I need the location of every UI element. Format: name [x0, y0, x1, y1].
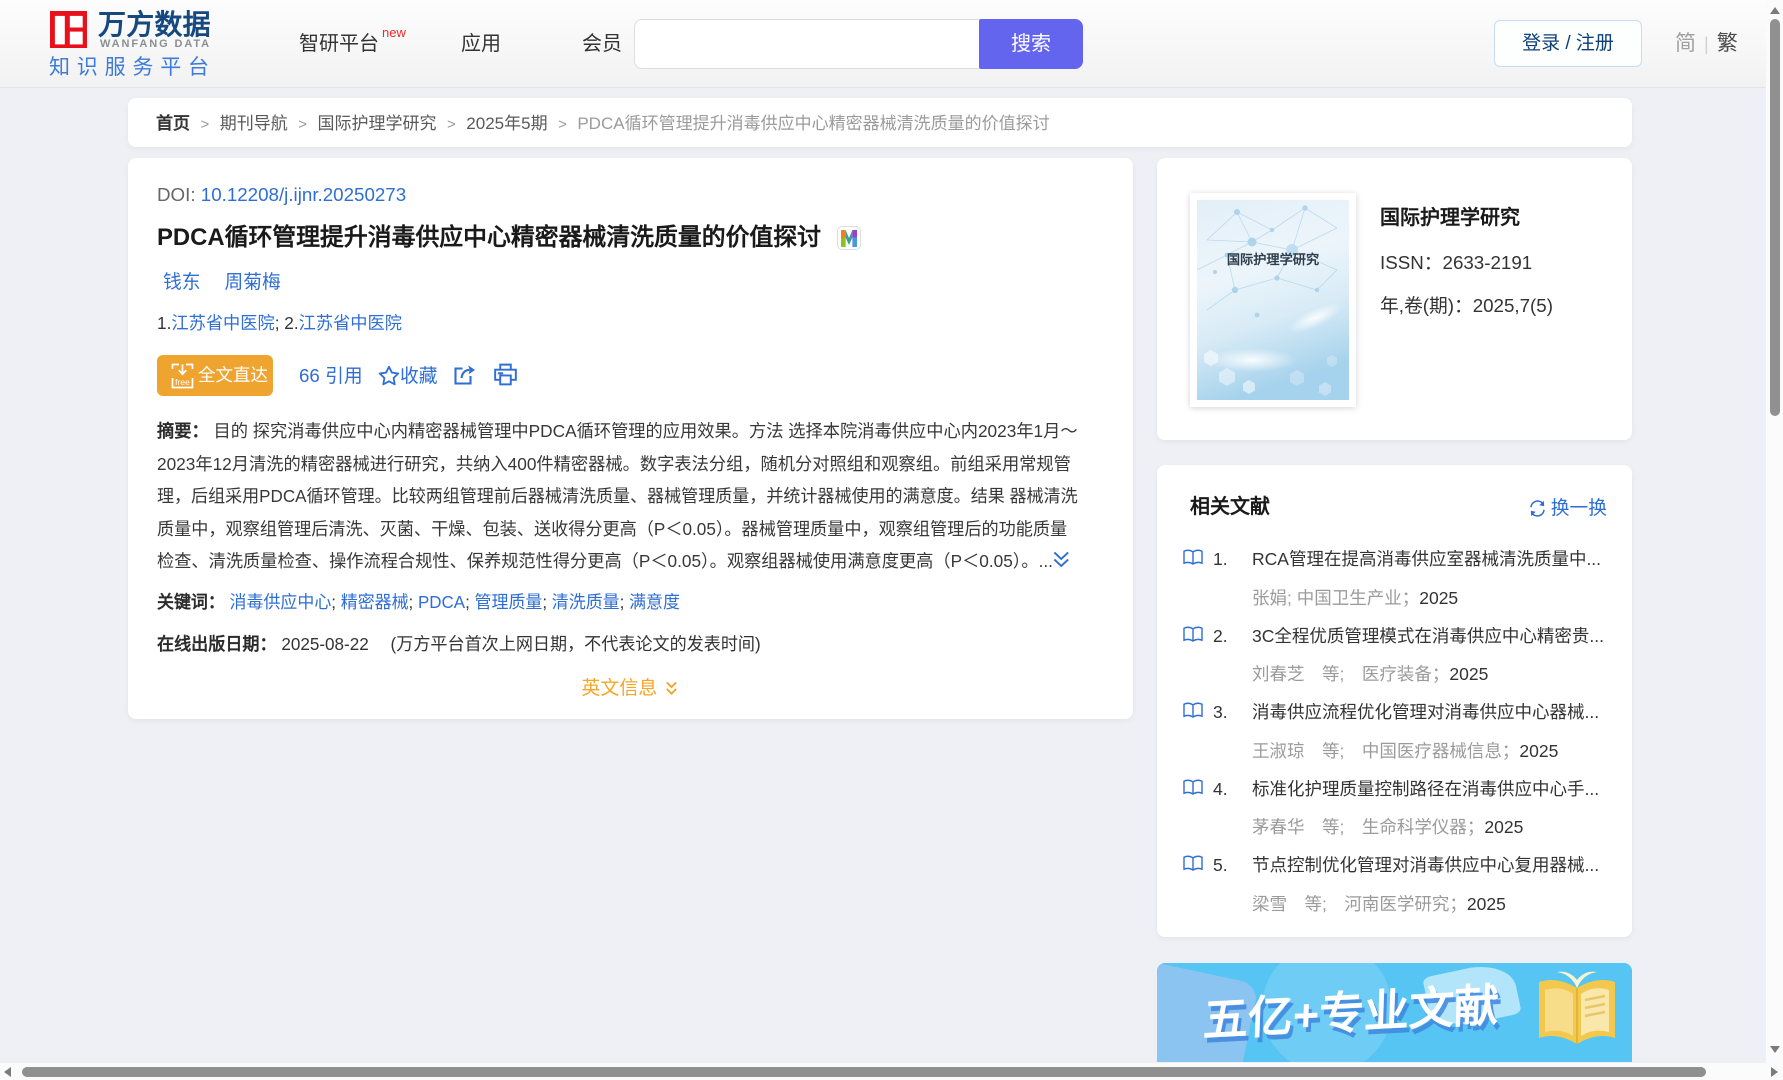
svg-text:free: free	[175, 377, 190, 387]
